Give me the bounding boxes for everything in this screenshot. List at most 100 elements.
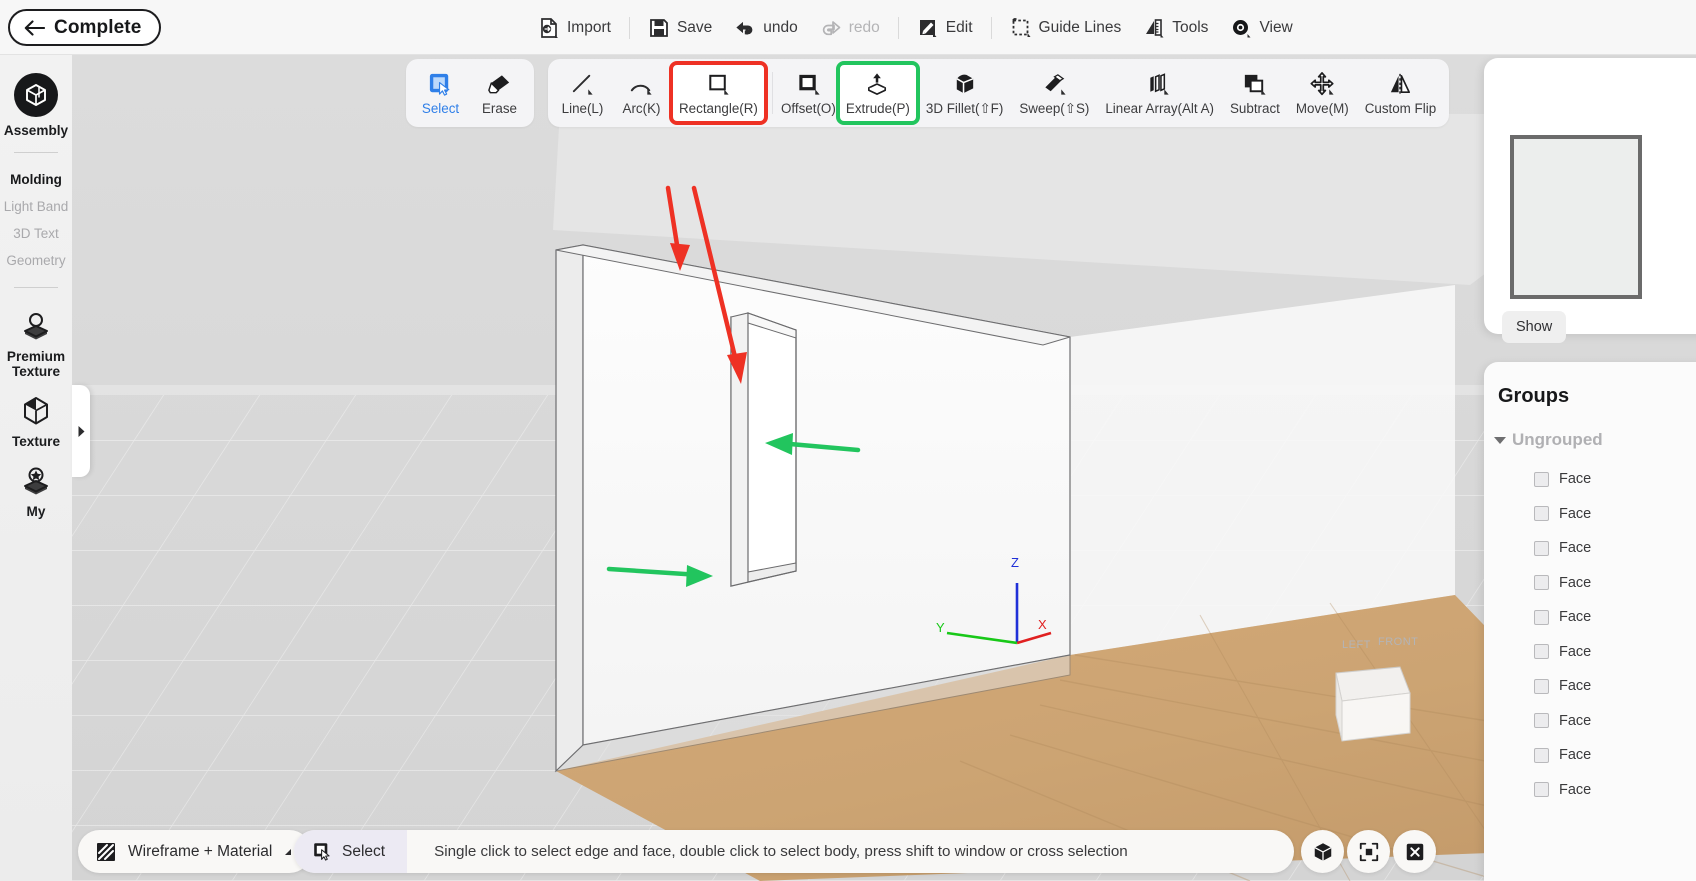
tool-line[interactable]: Line(L) xyxy=(554,64,611,122)
tool-linear-array[interactable]: Linear Array(Alt A) xyxy=(1098,64,1221,122)
group-ungrouped-header[interactable]: Ungrouped xyxy=(1494,430,1603,450)
group-list-item-label: Face xyxy=(1559,781,1592,798)
sidebar-item-assembly[interactable]: Assembly xyxy=(4,73,68,139)
tool-arc[interactable]: Arc(K) xyxy=(613,64,670,122)
checkbox[interactable] xyxy=(1534,782,1549,798)
group-list-item[interactable]: Face xyxy=(1484,635,1696,670)
complete-button[interactable]: Complete xyxy=(8,9,162,46)
tool-sweep[interactable]: Sweep(⇧S) xyxy=(1012,64,1096,122)
close-button[interactable] xyxy=(1393,830,1436,873)
redo-arrow-icon xyxy=(822,20,841,35)
sidebar-divider xyxy=(14,286,58,288)
tool-label-line: Line(L) xyxy=(561,101,604,116)
checkbox[interactable] xyxy=(1534,644,1549,660)
pencil-edit-icon xyxy=(919,19,937,37)
group-list-item[interactable]: Face xyxy=(1484,669,1696,704)
sidebar-item-premium-texture[interactable]: Premium Texture xyxy=(7,309,65,380)
current-mode-chip[interactable]: Select xyxy=(294,830,408,873)
model-thumbnail[interactable] xyxy=(1510,135,1642,299)
tool-custom-flip[interactable]: Custom Flip xyxy=(1358,64,1443,122)
sidebar-item-my[interactable]: My xyxy=(19,464,53,520)
tool-3d-fillet[interactable]: 3D Fillet(⇧F) xyxy=(919,64,1010,122)
menu-item-tools[interactable]: Tools xyxy=(1132,11,1219,45)
menu-label-undo: undo xyxy=(763,18,798,36)
tool-label-subtract: Subtract xyxy=(1230,101,1280,116)
tool-rectangle[interactable]: Rectangle(R) xyxy=(669,61,768,125)
menu-item-save[interactable]: Save xyxy=(637,11,723,45)
view-cube xyxy=(1335,666,1411,742)
menu-label-guide-lines: Guide Lines xyxy=(1038,18,1122,36)
left-sidebar: Assembly Molding Light Band 3D Text Geom… xyxy=(0,55,72,881)
show-button[interactable]: Show xyxy=(1502,311,1567,343)
extrude-icon xyxy=(868,73,887,95)
tool-label-linear-array: Linear Array(Alt A) xyxy=(1105,101,1214,116)
display-mode-label: Wireframe + Material xyxy=(128,842,273,860)
sidebar-item-geometry[interactable]: Geometry xyxy=(6,247,65,274)
group-list-item[interactable]: Face xyxy=(1484,497,1696,532)
checkbox[interactable] xyxy=(1534,747,1549,763)
tool-move[interactable]: Move(M) xyxy=(1289,64,1356,122)
menu-label-edit: Edit xyxy=(945,18,973,36)
sweep-icon xyxy=(1045,74,1066,95)
tool-select[interactable]: Select xyxy=(412,64,469,122)
fit-screen-button[interactable] xyxy=(1347,830,1390,873)
tool-erase[interactable]: Erase xyxy=(471,64,528,122)
fillet-3d-icon xyxy=(956,74,974,94)
wireframe-material-icon xyxy=(97,842,115,861)
checkbox[interactable] xyxy=(1534,609,1549,625)
tool-offset[interactable]: Offset(O) xyxy=(780,64,837,122)
undo-arrow-icon xyxy=(736,21,753,34)
menu-divider xyxy=(628,16,630,39)
3d-viewport[interactable]: Z X Y LEFT FRONT xyxy=(0,55,1696,881)
menu-item-edit[interactable]: Edit xyxy=(906,11,984,45)
move-icon xyxy=(1310,72,1334,96)
checkbox[interactable] xyxy=(1534,678,1549,694)
tool-label-3d-fillet: 3D Fillet(⇧F) xyxy=(925,101,1004,116)
menu-item-guide-lines[interactable]: Guide Lines xyxy=(999,11,1133,45)
toolbar-divider xyxy=(771,72,773,114)
rectangle-icon xyxy=(709,74,729,95)
group-list-item-label: Face xyxy=(1559,471,1592,488)
menu-item-redo[interactable]: redo xyxy=(809,11,891,45)
checkbox[interactable] xyxy=(1534,540,1549,556)
sidebar-divider xyxy=(14,151,58,153)
toolbar-cluster-basic: Select Erase xyxy=(406,59,534,127)
group-list-item[interactable]: Face xyxy=(1484,738,1696,773)
group-list-item[interactable]: Face xyxy=(1484,531,1696,566)
menu-label-view: View xyxy=(1259,18,1293,36)
assembly-cube-icon xyxy=(13,73,58,117)
status-hint: Single click to select edge and face, do… xyxy=(434,843,1128,860)
checkbox[interactable] xyxy=(1534,471,1549,487)
tool-label-arc: Arc(K) xyxy=(622,101,661,116)
group-list-item[interactable]: Face xyxy=(1484,566,1696,601)
sidebar-item-molding[interactable]: Molding xyxy=(10,166,62,193)
sidebar-item-texture[interactable]: Texture xyxy=(12,394,60,450)
sidebar-item-3d-text[interactable]: 3D Text xyxy=(13,220,59,247)
top-menu: Import Save undo redo Edit Guide Lines T… xyxy=(527,0,1304,55)
tool-subtract[interactable]: Subtract xyxy=(1223,64,1287,122)
import-file-icon xyxy=(541,17,558,38)
viewcube-label-left: LEFT xyxy=(1342,639,1371,651)
menu-item-view[interactable]: View xyxy=(1219,11,1303,45)
ruler-tools-icon xyxy=(1146,18,1164,37)
group-list-item[interactable]: Face xyxy=(1484,704,1696,739)
checkbox[interactable] xyxy=(1534,575,1549,591)
tool-extrude[interactable]: Extrude(P) xyxy=(835,61,920,125)
sidebar-item-light-band[interactable]: Light Band xyxy=(4,193,69,220)
display-mode-selector[interactable]: Wireframe + Material xyxy=(78,830,312,873)
checkbox[interactable] xyxy=(1534,506,1549,522)
menu-item-undo[interactable]: undo xyxy=(723,11,808,45)
show-label: Show xyxy=(1516,319,1553,335)
cube-view-button[interactable] xyxy=(1301,830,1344,873)
checkbox[interactable] xyxy=(1534,713,1549,729)
menu-item-import[interactable]: Import xyxy=(527,11,622,45)
tool-label-select: Select xyxy=(421,101,460,116)
arc-icon xyxy=(630,84,652,95)
group-list-item[interactable]: Face xyxy=(1484,462,1696,497)
arrow-left-icon xyxy=(24,19,45,36)
group-list-item[interactable]: Face xyxy=(1484,773,1696,808)
group-list-item-label: Face xyxy=(1559,678,1592,695)
top-bar: Complete Import Save undo redo Edit Guid… xyxy=(0,0,1696,55)
group-list-item[interactable]: Face xyxy=(1484,600,1696,635)
sidebar-expand-handle[interactable] xyxy=(72,385,90,477)
